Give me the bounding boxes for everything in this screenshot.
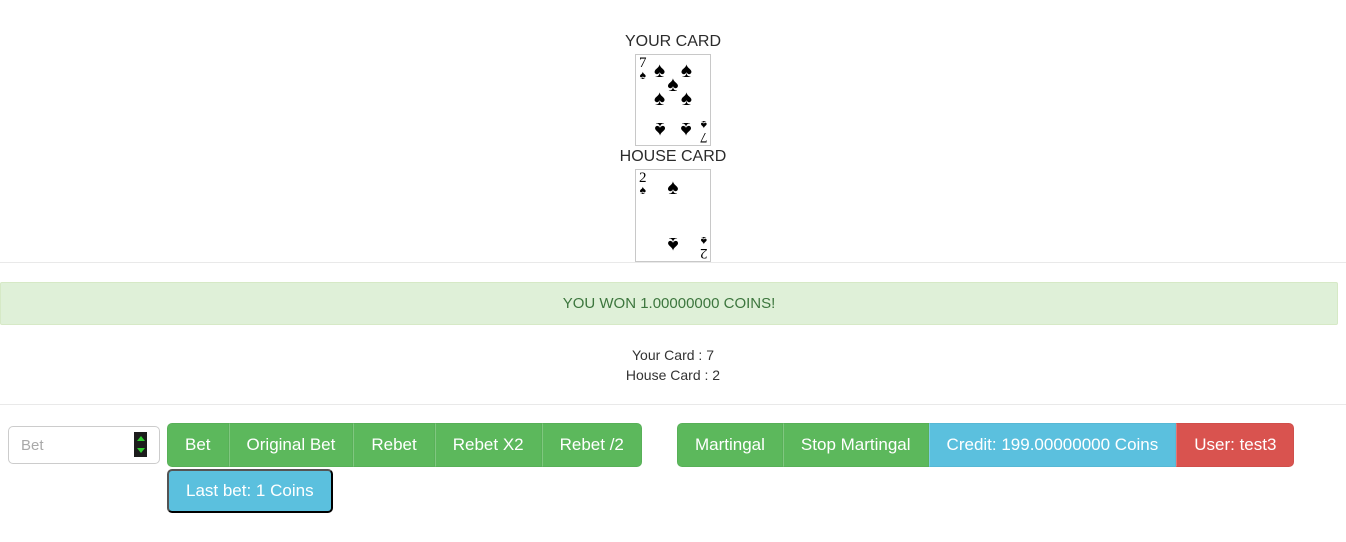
status-button-group: Martingal Stop Martingal Credit: 199.000…: [677, 423, 1295, 467]
house-card-label: HOUSE CARD: [619, 148, 727, 165]
your-card-corner-top-left: 7 ♠: [639, 56, 647, 82]
bet-stepper[interactable]: [134, 432, 147, 457]
bet-button[interactable]: Bet: [167, 423, 229, 467]
bet-input-wrapper: [8, 426, 160, 464]
controls-bar: Bet Original Bet Rebet Rebet X2 Rebet /2…: [0, 423, 1346, 531]
spinner-up-arrow-icon[interactable]: [136, 435, 145, 441]
house-card-corner-top-left: 2 ♠: [639, 171, 647, 197]
cards-area: YOUR CARD 7 ♠ ♠ ♠ ♠ ♠ ♠ ♠ ♠ 7 ♠ HOUSE CA…: [0, 0, 1346, 262]
your-card-pips: ♠ ♠ ♠ ♠ ♠ ♠ ♠: [649, 59, 697, 141]
user-badge[interactable]: User: test3: [1176, 423, 1295, 467]
last-bet-button[interactable]: Last bet: 1 Coins: [167, 469, 333, 513]
spade-icon: ♠: [653, 117, 666, 141]
rebet-x2-button[interactable]: Rebet X2: [434, 423, 542, 467]
stop-martingal-button[interactable]: Stop Martingal: [782, 423, 929, 467]
house-card-wrapper: 2 ♠ ♠ ♠ 2 ♠: [0, 168, 1346, 262]
spade-icon: ♠: [700, 118, 707, 132]
spinner-down-arrow-icon[interactable]: [136, 448, 145, 454]
rebet-button[interactable]: Rebet: [353, 423, 435, 467]
result-your-card: Your Card : 7: [632, 347, 714, 363]
house-card-corner-bottom-right: 2 ♠: [700, 234, 708, 261]
original-bet-button[interactable]: Original Bet: [228, 423, 354, 467]
your-card: 7 ♠ ♠ ♠ ♠ ♠ ♠ ♠ ♠ 7 ♠: [635, 54, 711, 146]
spade-icon: ♠: [653, 86, 666, 110]
spade-icon: ♠: [680, 86, 693, 110]
result-summary: Your Card : 7 House Card : 2: [0, 345, 1346, 385]
divider-top: [0, 262, 1346, 263]
spade-icon: ♠: [680, 117, 693, 141]
spade-icon: ♠: [639, 183, 646, 197]
result-alert-banner: YOU WON 1.00000000 COINS!: [0, 282, 1338, 325]
spade-icon: ♠: [639, 68, 646, 82]
your-card-corner-bottom-right: 7 ♠: [700, 118, 708, 145]
rebet-half-button[interactable]: Rebet /2: [541, 423, 642, 467]
divider-bottom: [0, 404, 1346, 405]
your-card-label: YOUR CARD: [624, 33, 721, 50]
credit-badge[interactable]: Credit: 199.00000000 Coins: [928, 423, 1177, 467]
result-house-card: House Card : 2: [625, 367, 721, 383]
house-card: 2 ♠ ♠ ♠ 2 ♠: [635, 169, 711, 262]
spade-icon: ♠: [667, 232, 679, 256]
bet-button-group: Bet Original Bet Rebet Rebet X2 Rebet /2: [167, 423, 642, 467]
your-card-wrapper: 7 ♠ ♠ ♠ ♠ ♠ ♠ ♠ ♠ 7 ♠: [0, 53, 1346, 146]
spade-icon: ♠: [700, 234, 707, 248]
martingal-button[interactable]: Martingal: [677, 423, 783, 467]
spade-icon: ♠: [667, 176, 679, 200]
house-card-pips: ♠ ♠: [649, 174, 697, 257]
